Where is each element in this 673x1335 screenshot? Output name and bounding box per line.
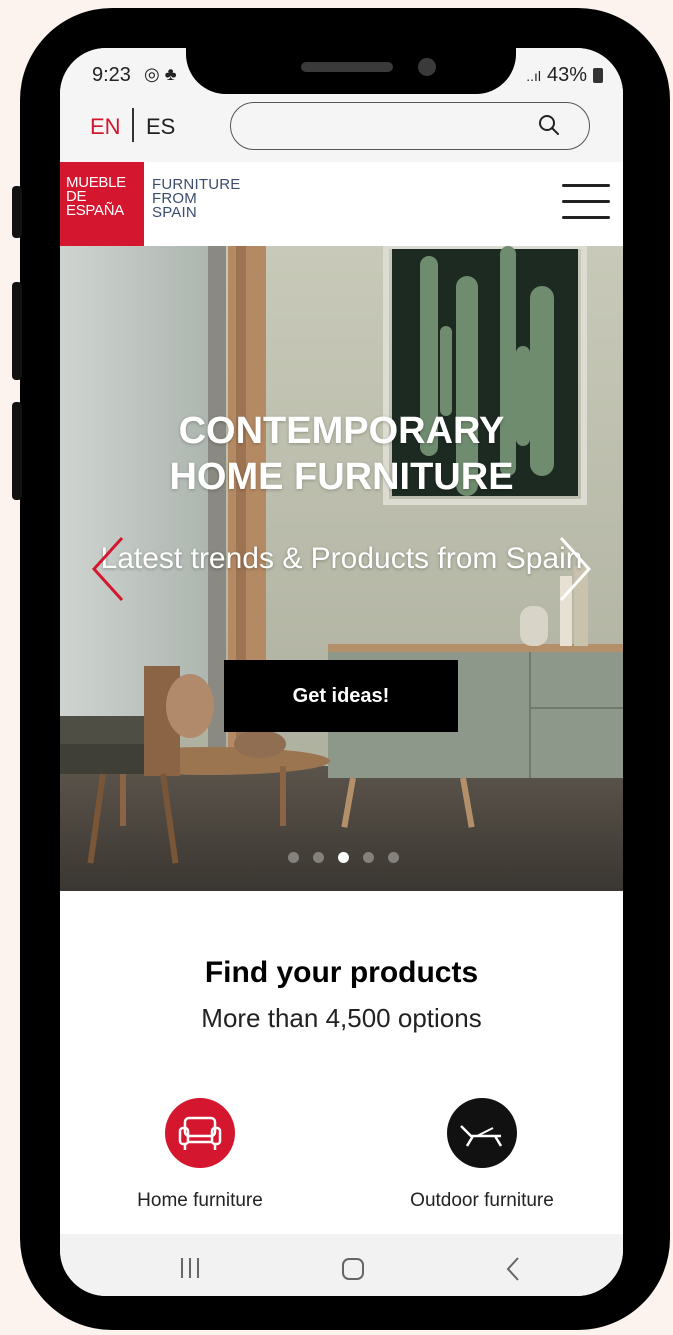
search-icon[interactable] (537, 113, 561, 137)
category-label[interactable]: Home furniture (90, 1190, 310, 1212)
carousel-prev-icon[interactable] (88, 534, 128, 604)
get-ideas-button[interactable]: Get ideas! (224, 660, 458, 732)
armchair-icon[interactable] (165, 1098, 235, 1168)
logo-line: ESPAÑA (66, 202, 124, 219)
section-title: Find your products (204, 956, 479, 989)
hero-title-line: HOME FURNITURE (169, 456, 514, 498)
battery-icon (593, 68, 603, 83)
carousel-next-icon[interactable] (555, 534, 595, 604)
recent-apps-icon[interactable] (178, 1256, 202, 1280)
back-icon[interactable] (504, 1256, 522, 1282)
language-en[interactable]: EN (90, 114, 121, 140)
home-icon[interactable] (340, 1256, 366, 1282)
section-subtitle: More than 4,500 options (201, 1003, 482, 1033)
category-home-furniture[interactable]: Home furniture (90, 1098, 310, 1212)
status-time: 9:23 (92, 64, 131, 86)
carousel-dot[interactable] (313, 852, 324, 863)
logo-mark[interactable]: MUEBLE DE ESPAÑA (60, 162, 144, 246)
power-button (12, 402, 22, 500)
android-nav-bar (60, 1234, 623, 1296)
menu-icon[interactable] (562, 184, 610, 224)
carousel-dot[interactable] (288, 852, 299, 863)
volume-down-button (12, 282, 22, 380)
site-header: MUEBLE DE ESPAÑA FURNITURE FROM SPAIN (60, 162, 623, 246)
logo-tagline-line: SPAIN (152, 204, 197, 221)
phone-screen: 9:23 ◎ ♣ ..ıl 43% EN ES MUEBLE DE ESPAÑA… (60, 48, 623, 1296)
volume-up-button (12, 186, 22, 238)
search-input[interactable] (230, 102, 590, 150)
logo-tagline[interactable]: FURNITURE FROM SPAIN (152, 177, 240, 221)
language-divider (132, 108, 134, 142)
status-right: ..ıl 43% (526, 64, 603, 87)
hero-title-line: CONTEMPORARY (178, 410, 505, 452)
hero-subtitle: Latest trends & Products from Spain (100, 542, 583, 575)
notch (186, 48, 516, 94)
front-camera (418, 58, 436, 76)
carousel-dot[interactable] (363, 852, 374, 863)
sun-lounger-icon[interactable] (447, 1098, 517, 1168)
status-notification-icons: ◎ ♣ (144, 64, 177, 84)
battery-level: 43% (546, 64, 587, 86)
category-outdoor-furniture[interactable]: Outdoor furniture (372, 1098, 592, 1212)
carousel-indicators (288, 852, 399, 863)
speaker (301, 62, 393, 72)
hero-title: CONTEMPORARY HOME FURNITURE (60, 408, 623, 500)
signal-icon: ..ıl (526, 67, 541, 84)
hero-carousel[interactable]: CONTEMPORARY HOME FURNITURE Latest trend… (60, 246, 623, 891)
category-label[interactable]: Outdoor furniture (372, 1190, 592, 1212)
carousel-dot[interactable] (388, 852, 399, 863)
language-es[interactable]: ES (146, 114, 175, 140)
carousel-dot-active[interactable] (338, 852, 349, 863)
